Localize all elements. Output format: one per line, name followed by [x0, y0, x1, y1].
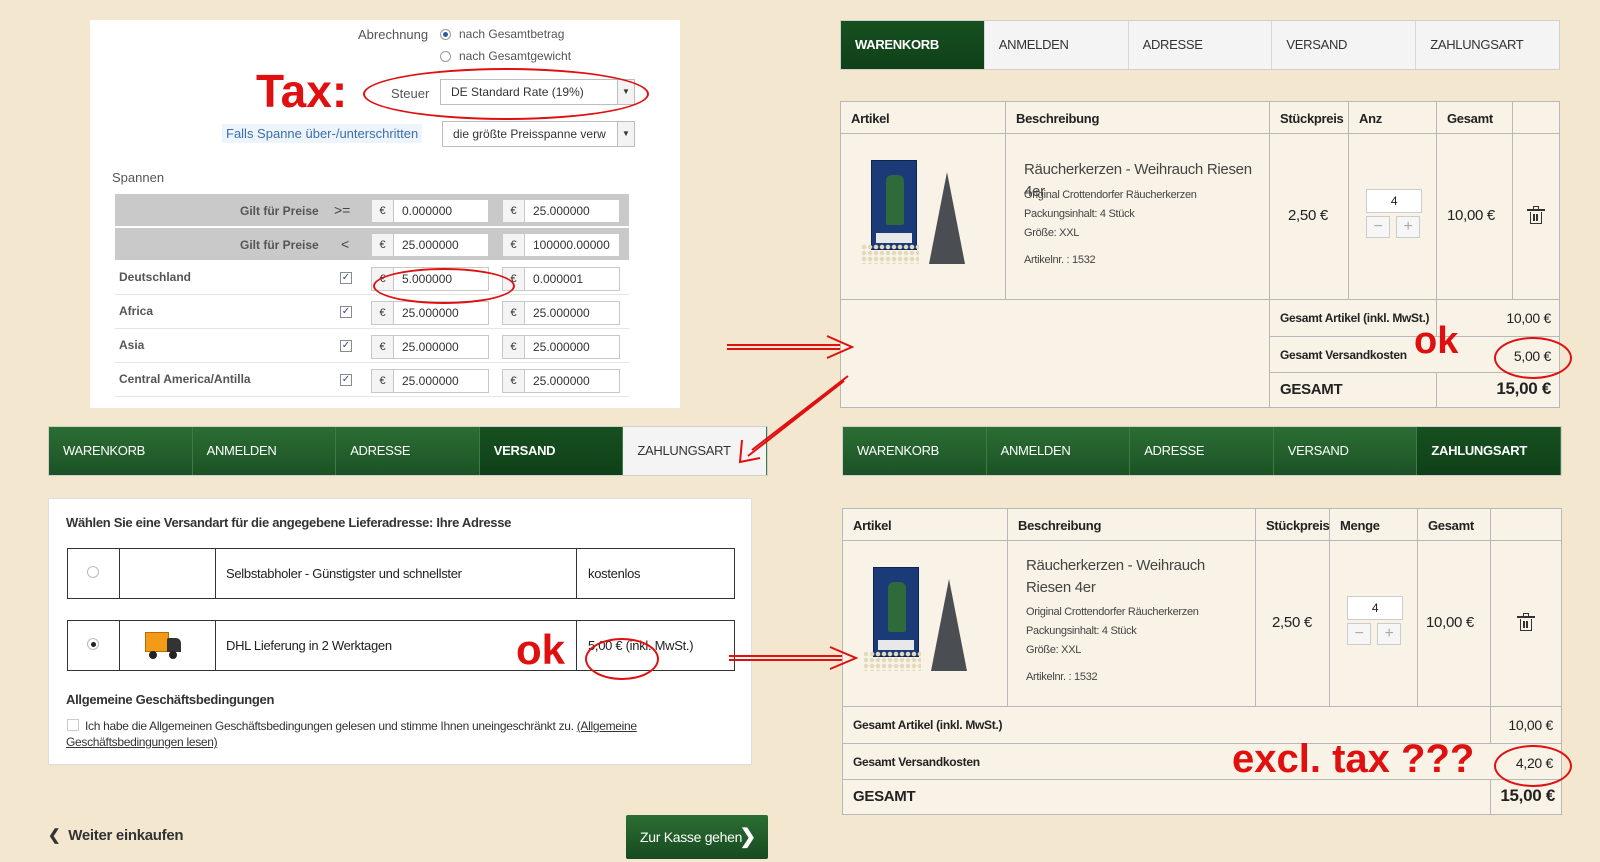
annotation-arrow-1 — [727, 335, 855, 359]
annotation-arrow-2 — [738, 375, 849, 464]
annotation-arrows — [727, 335, 859, 670]
annotation-arrow-3 — [729, 646, 859, 670]
